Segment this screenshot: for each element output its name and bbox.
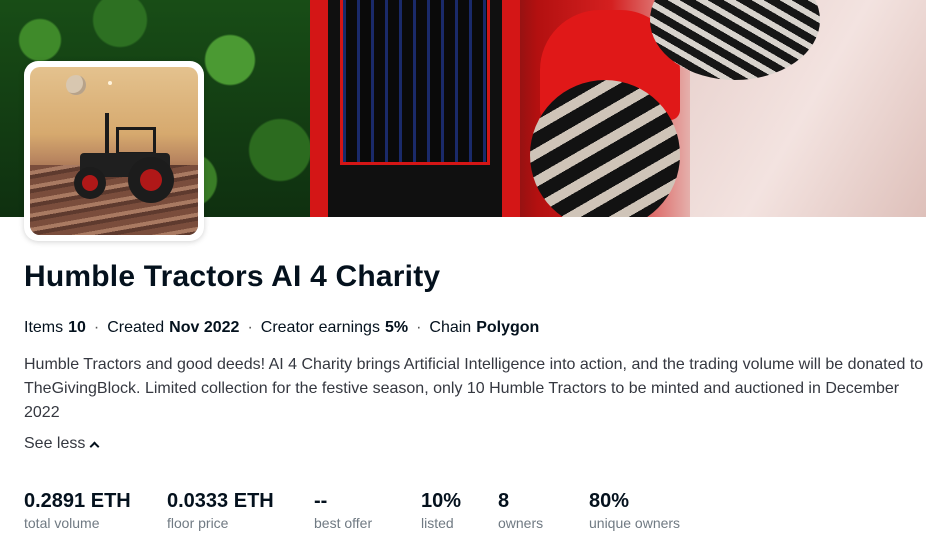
- stat-label: floor price: [167, 515, 229, 531]
- tractor-rear-wheel-shape: [128, 157, 174, 203]
- tractor-cab-shape: [116, 127, 156, 155]
- meta-separator: ·: [93, 319, 100, 336]
- meta-separator: ·: [416, 319, 422, 336]
- meta-items-value: 10: [68, 319, 86, 336]
- stat-listed[interactable]: 10% listed: [421, 489, 498, 532]
- stat-unique-owners[interactable]: 80% unique owners: [589, 489, 709, 532]
- meta-chain-label: Chain: [429, 319, 472, 336]
- stat-total-volume[interactable]: 0.2891 ETH total volume: [24, 489, 167, 532]
- meta-created-label: Created: [107, 319, 165, 336]
- moon-shape: [66, 75, 86, 95]
- stat-label: listed: [421, 515, 454, 531]
- stat-value: 8: [498, 490, 510, 512]
- star-shape: [108, 81, 112, 85]
- stat-label: best offer: [314, 515, 373, 531]
- collection-title: Humble Tractors AI 4 Charity: [24, 260, 441, 293]
- meta-items: Items 10: [24, 319, 86, 337]
- stat-value: 10%: [421, 490, 462, 512]
- meta-chain: Chain Polygon: [429, 319, 539, 337]
- meta-items-label: Items: [24, 319, 64, 336]
- banner-tractor-grille: [340, 0, 490, 165]
- meta-created-value: Nov 2022: [169, 319, 240, 336]
- meta-chain-value: Polygon: [476, 319, 540, 336]
- collection-description: Humble Tractors and good deeds! AI 4 Cha…: [24, 356, 924, 421]
- meta-earnings-value: 5%: [384, 319, 409, 336]
- stat-label: owners: [498, 515, 544, 531]
- tractor-front-wheel-shape: [74, 167, 106, 199]
- chevron-up-icon: [89, 441, 100, 452]
- collection-avatar-art: [30, 67, 198, 235]
- meta-separator: ·: [247, 319, 253, 336]
- stat-owners[interactable]: 8 owners: [498, 489, 589, 532]
- banner-front-tire: [530, 80, 680, 217]
- stat-floor-price[interactable]: 0.0333 ETH floor price: [167, 489, 314, 532]
- collection-meta: Items 10 · Created Nov 2022 · Creator ea…: [24, 319, 539, 337]
- stat-best-offer[interactable]: -- best offer: [314, 489, 421, 532]
- stat-label: total volume: [24, 515, 100, 531]
- meta-created: Created Nov 2022: [107, 319, 239, 337]
- meta-earnings-label: Creator earnings: [260, 319, 380, 336]
- stat-value: 0.2891 ETH: [24, 490, 131, 512]
- meta-earnings: Creator earnings 5%: [261, 319, 408, 337]
- stat-value: 0.0333 ETH: [167, 490, 274, 512]
- collection-avatar[interactable]: [24, 61, 204, 241]
- see-less-label: See less: [24, 435, 86, 452]
- stat-value: --: [314, 490, 328, 512]
- see-less-button[interactable]: See less: [24, 435, 100, 453]
- stat-value: 80%: [589, 490, 630, 512]
- collection-stats: 0.2891 ETH total volume 0.0333 ETH floor…: [24, 489, 709, 532]
- stat-label: unique owners: [589, 515, 681, 531]
